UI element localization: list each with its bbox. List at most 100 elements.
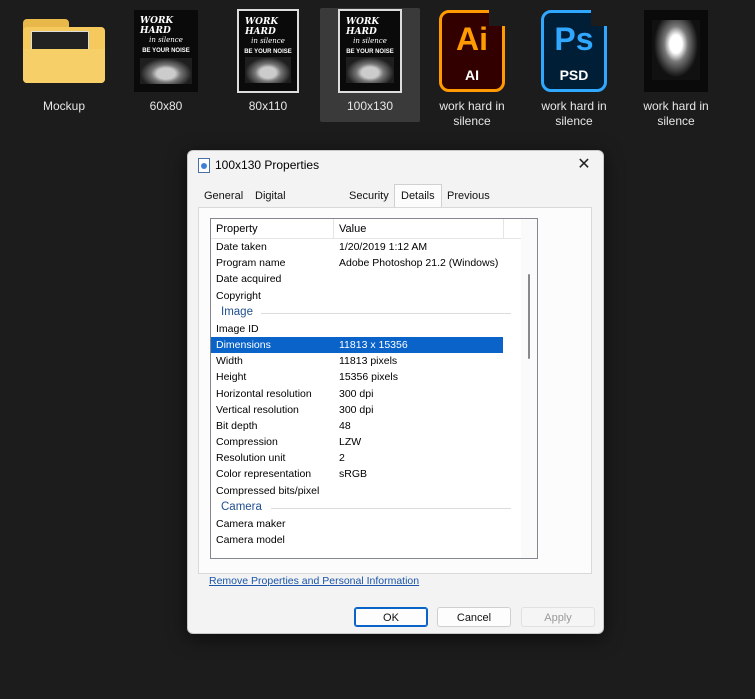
- property-name: Dimensions: [216, 338, 271, 351]
- poster-text: BE YOUR NOISE: [142, 48, 190, 54]
- poster-text: in silence: [251, 37, 285, 45]
- list-item[interactable]: Program name Adobe Photoshop 21.2 (Window…: [211, 255, 537, 271]
- list-item[interactable]: Horizontal resolution 300 dpi: [211, 386, 537, 402]
- file-label: 80x110: [248, 99, 288, 113]
- file-label: 60x80: [149, 99, 183, 113]
- list-item[interactable]: Width 11813 pixels: [211, 353, 537, 369]
- photoshop-file-icon: Ps PSD: [524, 8, 624, 94]
- tab-previous-versions[interactable]: Previous Versions: [441, 186, 496, 222]
- list-item[interactable]: Vertical resolution 300 dpi: [211, 402, 537, 418]
- property-value: 48: [339, 419, 351, 432]
- file-properties-icon: [198, 158, 210, 173]
- property-value: 300 dpi: [339, 403, 374, 416]
- apply-button[interactable]: Apply: [521, 607, 595, 627]
- poster-thumbnail-icon: WORK HARD in silence BE YOUR NOISE: [116, 8, 216, 94]
- list-item[interactable]: Image ID: [211, 321, 537, 337]
- property-value: 2: [339, 452, 345, 465]
- dialog-titlebar: 100x130 Properties ✕: [188, 151, 603, 179]
- image-thumbnail-icon: [626, 8, 726, 94]
- list-item[interactable]: Compressed bits/pixel: [211, 483, 537, 499]
- group-label: Camera: [221, 500, 262, 513]
- file-100x130[interactable]: WORK HARD in silence BE YOUR NOISE 100x1…: [320, 8, 420, 122]
- file-label: Mockup: [42, 99, 86, 113]
- list-item-selected[interactable]: Dimensions 11813 x 15356: [211, 336, 503, 354]
- property-value: 1/20/2019 1:12 AM: [339, 241, 428, 253]
- property-value: 15356 pixels: [339, 371, 398, 384]
- close-icon[interactable]: ✕: [571, 154, 597, 176]
- property-name: Compression: [216, 436, 278, 449]
- property-value: LZW: [339, 436, 362, 449]
- details-panel: Property Value Date taken 1/20/2019 1:12 …: [198, 207, 592, 574]
- list-item[interactable]: Bit depth 48: [211, 418, 537, 434]
- list-item[interactable]: Compression LZW: [211, 434, 537, 450]
- illustrator-file-icon: Ai AI: [422, 8, 522, 94]
- list-item[interactable]: Date acquired: [211, 271, 537, 287]
- property-name: Compressed bits/pixel: [216, 484, 320, 497]
- property-name: Bit depth: [216, 419, 258, 432]
- tab-digital-signatures[interactable]: Digital Signatures: [249, 186, 314, 222]
- list-item[interactable]: Color representation sRGB: [211, 466, 537, 482]
- file-psd[interactable]: Ps PSD work hard in silence: [524, 8, 624, 129]
- list-item[interactable]: Camera maker: [211, 516, 537, 532]
- file-label: 100x130: [346, 99, 394, 113]
- file-60x80[interactable]: WORK HARD in silence BE YOUR NOISE 60x80: [116, 8, 216, 114]
- column-header-property[interactable]: Property: [216, 223, 258, 235]
- app-glyph: Ps: [554, 21, 594, 57]
- property-name: Image ID: [216, 322, 259, 335]
- property-name: Width: [216, 355, 243, 368]
- list-item[interactable]: Copyright: [211, 288, 537, 304]
- properties-list[interactable]: Property Value Date taken 1/20/2019 1:12 …: [210, 218, 538, 559]
- list-header: Property Value: [211, 219, 537, 239]
- list-item[interactable]: Date taken 1/20/2019 1:12 AM: [211, 239, 537, 255]
- property-name: Vertical resolution: [216, 403, 299, 416]
- property-value: 11813 x 15356: [339, 338, 408, 351]
- property-value: Adobe Photoshop 21.2 (Windows): [339, 257, 499, 270]
- property-name: Horizontal resolution: [216, 387, 312, 400]
- property-name: Camera maker: [216, 517, 286, 530]
- property-name: Copyright: [216, 289, 261, 302]
- poster-text: WORK HARD: [346, 17, 380, 37]
- scrollbar-thumb[interactable]: [528, 274, 530, 359]
- group-header-image: Image: [211, 304, 537, 321]
- group-header-camera: Camera: [211, 499, 537, 516]
- property-value: 300 dpi: [339, 387, 374, 400]
- poster-text: in silence: [353, 37, 387, 45]
- file-image[interactable]: work hard in silence: [626, 8, 726, 129]
- column-header-value[interactable]: Value: [339, 223, 366, 235]
- app-ext: AI: [465, 67, 479, 83]
- cancel-button[interactable]: Cancel: [437, 607, 511, 627]
- list-item[interactable]: Resolution unit 2: [211, 450, 537, 466]
- dialog-title: 100x130 Properties: [215, 158, 320, 172]
- property-value: sRGB: [339, 468, 368, 481]
- remove-properties-link[interactable]: Remove Properties and Personal Informati…: [209, 575, 419, 587]
- file-mockup[interactable]: Mockup: [14, 8, 114, 114]
- file-label: work hard in silence: [643, 99, 709, 128]
- poster-text: BE YOUR NOISE: [346, 49, 394, 55]
- group-label: Image: [221, 305, 253, 318]
- vertical-scrollbar[interactable]: [521, 219, 537, 558]
- poster-text: in silence: [149, 36, 183, 44]
- file-label: work hard in silence: [439, 99, 505, 128]
- poster-thumbnail-icon: WORK HARD in silence BE YOUR NOISE: [320, 8, 420, 94]
- ok-button[interactable]: OK: [354, 607, 428, 627]
- property-name: Date acquired: [216, 273, 282, 286]
- property-value: 11813 pixels: [339, 355, 398, 368]
- list-item[interactable]: Height 15356 pixels: [211, 369, 537, 385]
- poster-text: WORK HARD: [245, 17, 279, 37]
- property-name: Camera model: [216, 534, 285, 546]
- poster-thumbnail-icon: WORK HARD in silence BE YOUR NOISE: [218, 8, 318, 94]
- file-80x110[interactable]: WORK HARD in silence BE YOUR NOISE 80x11…: [218, 8, 318, 114]
- file-ai[interactable]: Ai AI work hard in silence: [422, 8, 522, 129]
- poster-text: BE YOUR NOISE: [244, 49, 292, 55]
- poster-text: WORK HARD: [140, 16, 174, 36]
- tab-general[interactable]: General: [198, 186, 249, 206]
- tab-security[interactable]: Security: [343, 186, 395, 206]
- property-name: Height: [216, 371, 247, 384]
- app-glyph: Ai: [456, 21, 488, 57]
- list-item[interactable]: Camera model: [211, 532, 537, 548]
- property-name: Resolution unit: [216, 452, 286, 465]
- properties-dialog: 100x130 Properties ✕ General Digital Sig…: [187, 150, 604, 634]
- file-label: work hard in silence: [541, 99, 607, 128]
- tab-details[interactable]: Details: [394, 184, 442, 208]
- app-ext: PSD: [559, 67, 589, 83]
